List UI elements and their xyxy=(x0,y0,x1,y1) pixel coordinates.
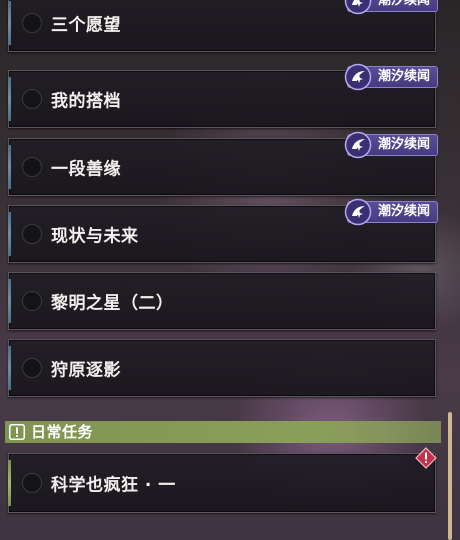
tag-label: 潮汐续闻 xyxy=(377,0,430,8)
quest-list: 三个愿望 潮汐续闻 我的搭档 潮汐续闻 一段善缘 潮汐续闻 现状与未来 潮汐续闻… xyxy=(0,0,460,540)
daily-quest-item[interactable]: 科学也疯狂 · 一 xyxy=(8,447,437,513)
tag-label: 潮汐续闻 xyxy=(377,204,430,219)
quest-item[interactable]: 狩原逐影 xyxy=(8,339,436,397)
quest-title: 科学也疯狂 · 一 xyxy=(51,475,176,496)
quest-item[interactable]: 我的搭档 潮汐续闻 xyxy=(8,63,438,128)
quest-title: 狩原逐影 xyxy=(51,360,121,381)
sparkle-wave-icon xyxy=(344,0,372,15)
quest-radio[interactable] xyxy=(22,13,42,33)
tag-label: 潮汐续闻 xyxy=(377,69,430,84)
quest-radio[interactable] xyxy=(22,291,42,311)
quest-radio[interactable] xyxy=(22,224,42,244)
quest-item[interactable]: 三个愿望 潮汐续闻 xyxy=(8,0,438,52)
quest-title: 我的搭档 xyxy=(51,91,121,112)
quest-title: 三个愿望 xyxy=(51,15,121,36)
tide-tag: 潮汐续闻 xyxy=(344,0,438,15)
diamond-alert-icon xyxy=(415,447,437,469)
quest-title: 现状与未来 xyxy=(51,226,139,247)
daily-section-header: 日常任务 xyxy=(5,421,441,443)
tag-label: 潮汐续闻 xyxy=(377,137,430,152)
section-title: 日常任务 xyxy=(31,423,94,441)
quest-radio[interactable] xyxy=(22,473,42,493)
quest-radio[interactable] xyxy=(22,89,42,109)
quest-radio[interactable] xyxy=(22,157,42,177)
tide-tag: 潮汐续闻 xyxy=(344,131,438,159)
quest-title: 一段善缘 xyxy=(51,159,121,180)
sparkle-wave-icon xyxy=(344,131,372,159)
scrollbar[interactable] xyxy=(448,412,452,540)
quest-title: 黎明之星（二） xyxy=(51,293,174,314)
sparkle-wave-icon xyxy=(344,63,372,91)
quest-item[interactable]: 现状与未来 潮汐续闻 xyxy=(8,198,438,263)
quest-item[interactable]: 黎明之星（二） xyxy=(8,272,436,330)
quest-item[interactable]: 一段善缘 潮汐续闻 xyxy=(8,131,438,196)
tide-tag: 潮汐续闻 xyxy=(344,198,438,226)
sparkle-wave-icon xyxy=(344,198,372,226)
quest-radio[interactable] xyxy=(22,358,42,378)
exclamation-icon xyxy=(9,424,25,440)
tide-tag: 潮汐续闻 xyxy=(344,63,438,91)
